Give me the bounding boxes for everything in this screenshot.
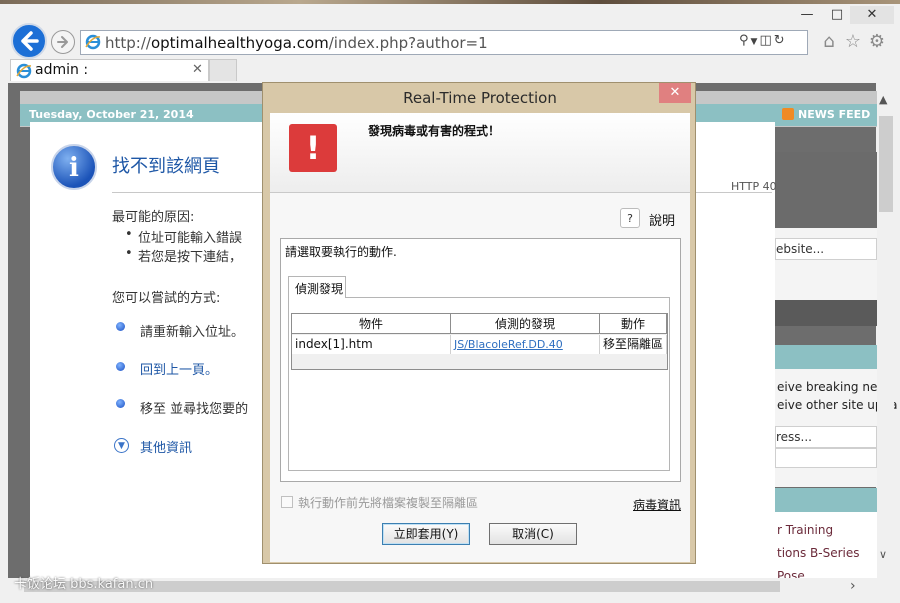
maximize-icon[interactable]: □	[824, 6, 850, 24]
tab-detections[interactable]: 偵測發現	[288, 276, 346, 298]
help-icon[interactable]: ?	[620, 208, 640, 228]
website-field[interactable]: ebsite...	[775, 238, 877, 260]
try-heading: 您可以嘗試的方式:	[112, 291, 221, 306]
settings-icon[interactable]: ⚙	[866, 31, 888, 53]
causes-heading: 最可能的原因:	[112, 210, 195, 225]
bullet-icon	[116, 322, 125, 331]
tab-detections-label: 偵測發現	[295, 282, 344, 296]
email-address-field[interactable]: ress...	[775, 426, 877, 448]
column-header-action[interactable]: 動作	[600, 314, 667, 334]
address-text[interactable]: http://optimalhealthyoga.com/index.php?a…	[105, 34, 488, 52]
rss-icon	[782, 108, 794, 120]
copy-to-quarantine-label: 執行動作前先將檔案複製至隔離區	[298, 496, 479, 510]
copy-to-quarantine-checkbox[interactable]	[281, 496, 293, 508]
sidebar-block	[775, 300, 877, 326]
ie-icon	[85, 34, 101, 50]
bullet-icon	[116, 399, 125, 408]
favorites-icon[interactable]: ☆	[842, 31, 864, 53]
dialog-title: Real-Time Protection	[403, 89, 557, 107]
ie-icon	[16, 63, 32, 79]
address-prefix: http://	[105, 34, 151, 52]
apply-now-button[interactable]: 立即套用(Y)	[382, 523, 470, 545]
refresh-icon[interactable]: ↻	[774, 33, 787, 48]
close-tab-icon[interactable]: ✕	[192, 62, 203, 77]
sidebar-link[interactable]: Pose	[777, 569, 805, 578]
website-field-text: ebsite...	[776, 242, 825, 256]
news-feed-label: NEWS FEED	[798, 108, 871, 121]
bullet-icon	[116, 362, 125, 371]
address-tools: ⚲▼◫↻	[739, 33, 807, 53]
http-status: HTTP 40	[731, 180, 777, 193]
option-retype: 請重新輸入位址。	[140, 325, 245, 340]
scroll-up-icon[interactable]: ▲	[879, 93, 887, 106]
email-field-text: ress...	[776, 430, 812, 444]
subscribe-text: eive breaking news	[777, 380, 894, 394]
watermark: 卡饭论坛 bbs.kafan.cn	[14, 577, 154, 592]
help-link[interactable]: 說明	[649, 210, 675, 229]
back-icon[interactable]	[11, 23, 47, 59]
new-tab-button[interactable]	[209, 59, 237, 81]
news-feed-link[interactable]: NEWS FEED	[782, 108, 870, 121]
compat-icon[interactable]: ◫	[759, 33, 773, 48]
cell-action-select[interactable]: 移至隔離區	[600, 335, 667, 354]
cause-item: 若您是按下連結，	[125, 246, 242, 265]
forward-icon[interactable]	[51, 30, 75, 54]
dialog-close-icon[interactable]: ✕	[659, 83, 691, 103]
sidebar-link[interactable]: r Training	[777, 523, 833, 537]
address-bar[interactable]: http://optimalhealthyoga.com/index.php?a…	[80, 30, 808, 55]
browser-tab[interactable]: admin : ✕	[10, 59, 209, 81]
sidebar-link[interactable]: tions B-Series	[777, 546, 860, 560]
scroll-down-icon[interactable]: ∨	[879, 548, 887, 561]
scroll-right-icon[interactable]: ›	[850, 578, 856, 594]
option-goto: 移至 並尋找您要的	[140, 402, 249, 417]
address-path: /index.php?author=1	[328, 34, 488, 52]
address-host: optimalhealthyoga.com	[150, 34, 329, 52]
cell-detection-link[interactable]: JS/BlacoleRef.DD.40	[451, 335, 600, 354]
warning-icon: !	[289, 124, 337, 172]
action-prompt: 請選取要執行的動作.	[285, 245, 397, 259]
more-info-link[interactable]: 其他資訊	[140, 437, 192, 456]
cancel-button[interactable]: 取消(C)	[489, 523, 577, 545]
column-header-detection[interactable]: 偵測的發現	[451, 314, 600, 334]
column-header-object[interactable]: 物件	[292, 314, 451, 334]
desktop-background-strip	[0, 0, 900, 4]
site-date: Tuesday, October 21, 2014	[29, 108, 194, 121]
cause-item: 位址可能輸入錯誤	[125, 227, 242, 246]
cell-object[interactable]: index[1].htm	[292, 335, 451, 354]
sidebar-input[interactable]	[775, 448, 877, 468]
info-icon: i	[51, 144, 97, 190]
minimize-icon[interactable]: —	[794, 6, 820, 24]
home-icon[interactable]: ⌂	[818, 31, 840, 53]
expand-icon[interactable]: ▼	[114, 438, 129, 453]
sidebar-heading-bar	[775, 488, 877, 512]
threat-headline: 發現病毒或有害的程式！	[368, 124, 501, 138]
vertical-scroll-thumb[interactable]	[879, 116, 893, 212]
virus-info-link[interactable]: 病毒資訊	[633, 496, 681, 513]
tab-title: admin :	[35, 62, 89, 78]
window-close-icon[interactable]: ✕	[850, 6, 894, 24]
search-icon[interactable]: ⚲	[739, 33, 751, 48]
error-title: 找不到該網頁	[112, 156, 220, 177]
sidebar-block	[775, 152, 877, 228]
option-go-back-link[interactable]: 回到上一頁。	[140, 359, 218, 378]
sidebar-heading-bar	[775, 345, 877, 369]
